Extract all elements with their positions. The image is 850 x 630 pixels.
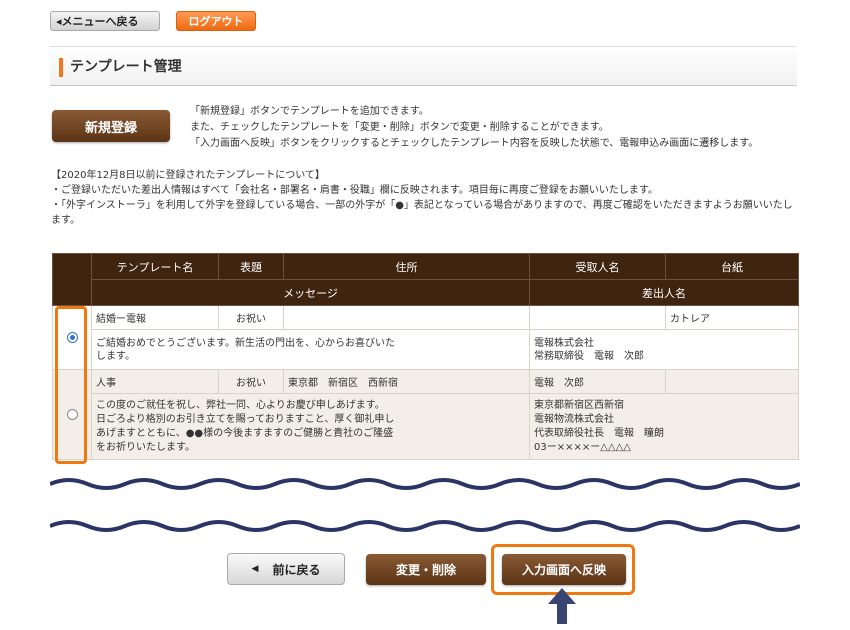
wave-divider-top <box>50 478 800 490</box>
table-row: 人事 お祝い 東京都 新宿区 西新宿 電報 次郎 <box>52 369 799 460</box>
header-sender: 差出人名 <box>529 279 799 306</box>
cell-message: ご結婚おめでとうございます。新生活の門出を、心からお喜びいた します。 <box>91 329 530 370</box>
cell-address <box>283 305 530 330</box>
instruction-line: また、チェックしたテンプレートを「変更・削除」ボタンで変更・削除することができま… <box>190 122 609 133</box>
prev-button[interactable]: ◀ 前に戻る <box>227 553 345 585</box>
new-register-button[interactable]: 新規登録 <box>52 110 170 142</box>
cell-sender: 電報株式会社 常務取締役 電報 次郎 <box>529 329 799 370</box>
reflect-label: 入力画面へ反映 <box>521 563 606 577</box>
notice-line: ・「外字インストーラ」を利用して外字を登録している場合、一部の外字が「●」表記と… <box>51 200 793 226</box>
radio-highlight-frame <box>55 306 87 464</box>
page-title: テンプレート管理 <box>70 59 182 75</box>
select-header <box>52 253 92 306</box>
notice-line: ・ご登録いただいた差出人情報はすべて「会社名・部署名・肩書・役職」欄に反映されま… <box>51 185 658 196</box>
logout-label: ログアウト <box>188 15 244 28</box>
sender-line: 代表取締役社長 電報 瞳朗 <box>534 427 664 439</box>
cell-address: 東京都 新宿区 西新宿 <box>283 369 530 394</box>
cell-mount <box>665 369 799 394</box>
header-title: 表題 <box>218 253 284 280</box>
notice-heading: 【2020年12月8日以前に登録されたテンプレートについて】 <box>51 170 325 181</box>
instruction-line: 「新規登録」ボタンでテンプレートを追加できます。 <box>190 106 429 117</box>
instructions: 「新規登録」ボタンでテンプレートを追加できます。 また、チェックしたテンプレート… <box>190 104 758 152</box>
table-row-message: ご結婚おめでとうございます。新生活の門出を、心からお喜びいた します。 電報株式… <box>53 329 799 370</box>
cell-title: お祝い <box>218 369 284 394</box>
heading-accent-bar <box>59 58 63 77</box>
table-row: 結婚ー電報 お祝い カトレア <box>52 305 799 370</box>
header-recipient: 受取人名 <box>529 253 666 280</box>
cell-mount: カトレア <box>665 305 799 330</box>
back-to-menu-button[interactable]: ◂メニューへ戻る <box>50 11 160 31</box>
arrow-up-icon <box>548 588 576 624</box>
table-row-message: この度のご就任を祝し、弊社一同、心よりお慶び申しあげます。 日ごろより格別のお引… <box>53 393 799 460</box>
prev-label: 前に戻る <box>272 562 321 577</box>
sender-line: 電報物流株式会社 <box>534 413 614 425</box>
change-delete-label: 変更・削除 <box>395 563 456 577</box>
sender-line: 電報株式会社 <box>534 337 594 349</box>
header-message: メッセージ <box>91 279 530 306</box>
cell-template-name: 人事 <box>91 369 219 394</box>
template-table: テンプレート名 表題 住所 受取人名 台紙 メッセージ 差出人名 結婚ー電報 お… <box>52 253 799 460</box>
notice: 【2020年12月8日以前に登録されたテンプレートについて】 ・ご登録いただいた… <box>51 168 801 228</box>
cell-title: お祝い <box>218 305 284 330</box>
left-triangle-icon: ◀ <box>251 564 259 574</box>
message-line: をお祈りいたします。 <box>96 441 195 453</box>
logout-button[interactable]: ログアウト <box>176 11 256 31</box>
message-line: 日ごろより格別のお引き立てを賜っておりますこと、厚く御礼申し <box>96 413 395 425</box>
cell-recipient <box>529 305 666 330</box>
message-line: この度のご就任を祝し、弊社一同、心よりお慶び申しあげます。 <box>96 399 385 411</box>
instruction-line: 「入力画面へ反映」ボタンをクリックするとチェックしたテンプレート内容を反映した状… <box>190 138 759 149</box>
reflect-to-input-button[interactable]: 入力画面へ反映 <box>502 554 626 585</box>
message-line: します。 <box>96 350 135 362</box>
sender-line: 東京都新宿区西新宿 <box>534 399 624 411</box>
header-mount: 台紙 <box>665 253 799 280</box>
message-line: あげますとともに、●●様の今後ますますのご健勝と貴社のご隆盛 <box>96 427 394 439</box>
change-delete-button[interactable]: 変更・削除 <box>366 554 486 585</box>
header-address: 住所 <box>283 253 530 280</box>
cell-message: この度のご就任を祝し、弊社一同、心よりお慶び申しあげます。 日ごろより格別のお引… <box>91 393 530 460</box>
message-line: ご結婚おめでとうございます。新生活の門出を、心からお喜びいた <box>96 337 395 349</box>
header-template-name: テンプレート名 <box>91 253 219 280</box>
wave-divider-bottom <box>50 520 800 532</box>
cell-sender: 東京都新宿区西新宿 電報物流株式会社 代表取締役社長 電報 瞳朗 03ー××××… <box>529 393 799 460</box>
cell-template-name: 結婚ー電報 <box>91 305 219 330</box>
new-register-label: 新規登録 <box>84 120 137 136</box>
sender-line: 常務取締役 電報 次郎 <box>534 350 644 362</box>
cell-recipient: 電報 次郎 <box>529 369 666 394</box>
sender-line: 03ー××××ー△△△△ <box>534 441 632 453</box>
back-to-menu-label: ◂メニューへ戻る <box>56 15 139 28</box>
